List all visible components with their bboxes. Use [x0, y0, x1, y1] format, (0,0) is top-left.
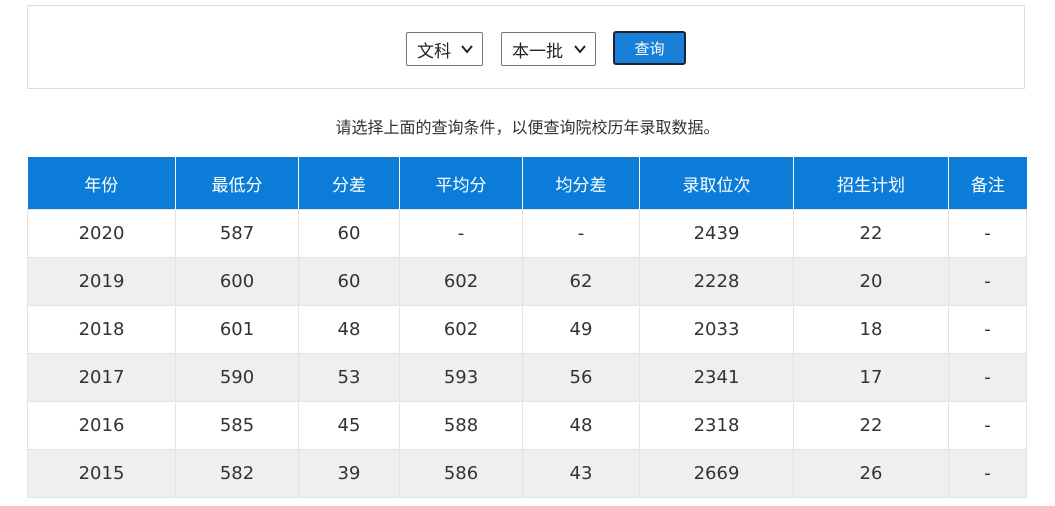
cell-plan: 22 — [793, 401, 949, 450]
cell-notes: - — [948, 209, 1027, 258]
cell-notes: - — [948, 401, 1027, 450]
cell-plan: 22 — [793, 209, 949, 258]
cell-year: 2015 — [27, 449, 176, 498]
cell-year: 2020 — [27, 209, 176, 258]
cell-avg-score: 588 — [399, 401, 523, 450]
cell-min-score: 587 — [175, 209, 299, 258]
cell-avg-diff: - — [522, 209, 640, 258]
cell-avg-score: 602 — [399, 257, 523, 306]
cell-year: 2019 — [27, 257, 176, 306]
cell-plan: 17 — [793, 353, 949, 402]
cell-min-score: 600 — [175, 257, 299, 306]
table-row: 2018 601 48 602 49 2033 18 - — [27, 305, 1027, 354]
cell-notes: - — [948, 353, 1027, 402]
header-avg-diff: 均分差 — [522, 157, 640, 210]
table-row: 2020 587 60 - - 2439 22 - — [27, 209, 1027, 258]
cell-rank: 2318 — [639, 401, 794, 450]
header-year: 年份 — [27, 157, 176, 210]
query-button[interactable]: 查询 — [613, 31, 686, 65]
cell-avg-score: 586 — [399, 449, 523, 498]
cell-year: 2016 — [27, 401, 176, 450]
chevron-down-icon — [574, 45, 586, 54]
cell-min-score: 582 — [175, 449, 299, 498]
cell-avg-diff: 48 — [522, 401, 640, 450]
cell-score-diff: 45 — [298, 401, 400, 450]
cell-year: 2018 — [27, 305, 176, 354]
chevron-down-icon — [461, 45, 473, 54]
header-min-score: 最低分 — [175, 157, 299, 210]
cell-avg-score: 593 — [399, 353, 523, 402]
header-plan: 招生计划 — [793, 157, 949, 210]
table-row: 2015 582 39 586 43 2669 26 - — [27, 449, 1027, 498]
table-row: 2016 585 45 588 48 2318 22 - — [27, 401, 1027, 450]
cell-avg-diff: 56 — [522, 353, 640, 402]
table-row: 2017 590 53 593 56 2341 17 - — [27, 353, 1027, 402]
header-rank: 录取位次 — [639, 157, 794, 210]
cell-avg-diff: 43 — [522, 449, 640, 498]
subject-type-select[interactable]: 文科 — [406, 32, 483, 66]
cell-avg-diff: 49 — [522, 305, 640, 354]
cell-score-diff: 39 — [298, 449, 400, 498]
cell-avg-score: - — [399, 209, 523, 258]
query-hint: 请选择上面的查询条件，以便查询院校历年录取数据。 — [335, 118, 720, 137]
table-header-row: 年份 最低分 分差 平均分 均分差 录取位次 招生计划 备注 — [27, 157, 1027, 210]
cell-avg-diff: 62 — [522, 257, 640, 306]
cell-plan: 26 — [793, 449, 949, 498]
cell-plan: 18 — [793, 305, 949, 354]
cell-avg-score: 602 — [399, 305, 523, 354]
cell-score-diff: 60 — [298, 257, 400, 306]
cell-score-diff: 60 — [298, 209, 400, 258]
table-row: 2019 600 60 602 62 2228 20 - — [27, 257, 1027, 306]
cell-min-score: 590 — [175, 353, 299, 402]
cell-min-score: 601 — [175, 305, 299, 354]
cell-rank: 2033 — [639, 305, 794, 354]
cell-notes: - — [948, 449, 1027, 498]
cell-notes: - — [948, 257, 1027, 306]
cell-year: 2017 — [27, 353, 176, 402]
cell-rank: 2228 — [639, 257, 794, 306]
cell-plan: 20 — [793, 257, 949, 306]
header-notes: 备注 — [948, 157, 1027, 210]
header-avg-score: 平均分 — [399, 157, 523, 210]
cell-rank: 2341 — [639, 353, 794, 402]
cell-rank: 2439 — [639, 209, 794, 258]
query-panel: 文科 本一批 查询 — [27, 5, 1025, 89]
header-score-diff: 分差 — [298, 157, 400, 210]
subject-type-value: 文科 — [417, 41, 451, 62]
cell-notes: - — [948, 305, 1027, 354]
cell-min-score: 585 — [175, 401, 299, 450]
cell-score-diff: 48 — [298, 305, 400, 354]
admission-table: 年份 最低分 分差 平均分 均分差 录取位次 招生计划 备注 2020 587 … — [27, 157, 1027, 498]
cell-score-diff: 53 — [298, 353, 400, 402]
cell-rank: 2669 — [639, 449, 794, 498]
batch-value: 本一批 — [512, 41, 563, 62]
batch-select[interactable]: 本一批 — [501, 32, 596, 66]
